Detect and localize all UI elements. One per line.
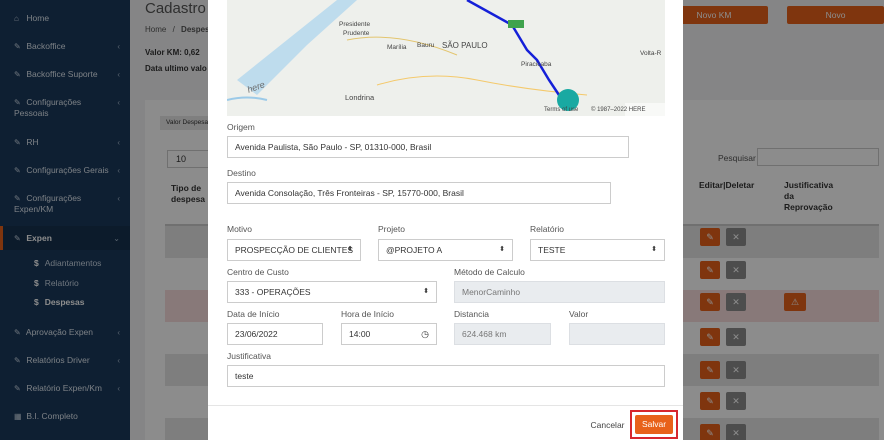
map-label: Bauru (417, 42, 435, 49)
projeto-select-value: @PROJETO A (386, 245, 443, 255)
select-arrows-icon: ⬍ (423, 288, 429, 295)
save-button[interactable]: Salvar (635, 415, 673, 434)
origem-label: Origem (227, 122, 255, 132)
motivo-label: Motivo (227, 224, 253, 234)
projeto-label: Projeto (378, 224, 405, 234)
relatorio-label: Relatório (530, 224, 565, 234)
justificativa-input[interactable]: teste (227, 365, 665, 387)
map-label: Londrina (345, 93, 375, 102)
centro-custo-select[interactable]: 333 - OPERAÇÕES ⬍ (227, 281, 437, 303)
cancel-button[interactable]: Cancelar (585, 416, 630, 434)
valor-label: Valor (569, 309, 589, 319)
distancia-field: 624.468 km (454, 323, 551, 345)
metodo-calculo-field: MenorCaminho (454, 281, 665, 303)
hora-inicio-label: Hora de Início (341, 309, 394, 319)
route-map-svg (227, 0, 665, 116)
relatorio-select-value: TESTE (538, 245, 566, 255)
metodo-calculo-label: Método de Calculo (454, 267, 525, 277)
terms-of-use-link[interactable]: Terms of use (544, 107, 578, 113)
destino-label: Destino (227, 168, 256, 178)
map-label: Marília (387, 44, 407, 51)
modal-footer-divider (208, 405, 683, 406)
destino-input[interactable]: Avenida Consolação, Três Fronteiras - SP… (227, 182, 611, 204)
clock-icon: ◷ (421, 329, 429, 339)
origem-input[interactable]: Avenida Paulista, São Paulo - SP, 01310-… (227, 136, 629, 158)
map-label: SÃO PAULO (442, 41, 488, 50)
map-label: Piracicaba (521, 61, 552, 68)
route-map[interactable]: Presidente Prudente Marília Bauru SÃO PA… (227, 0, 665, 116)
hora-inicio-value: 14:00 (349, 329, 371, 339)
centro-custo-select-value: 333 - OPERAÇÕES (235, 287, 311, 297)
map-label: Presidente (339, 21, 371, 28)
select-arrows-icon: ⬍ (499, 246, 505, 253)
projeto-select[interactable]: @PROJETO A ⬍ (378, 239, 513, 261)
centro-custo-label: Centro de Custo (227, 267, 289, 277)
map-label: Volta-R (640, 50, 662, 57)
map-label: Prudente (343, 30, 370, 37)
motivo-select-value: PROSPECÇÃO DE CLIENTES (235, 245, 354, 255)
data-inicio-label: Data de Início (227, 309, 280, 319)
motivo-select[interactable]: PROSPECÇÃO DE CLIENTES ⬍ (227, 239, 361, 261)
select-arrows-icon: ⬍ (347, 246, 353, 253)
map-copyright: © 1987–2022 HERE (591, 107, 646, 113)
save-button-highlight: Salvar (630, 410, 678, 439)
relatorio-select[interactable]: TESTE ⬍ (530, 239, 665, 261)
data-inicio-input[interactable]: 23/06/2022 (227, 323, 323, 345)
despesa-modal: Presidente Prudente Marília Bauru SÃO PA… (208, 0, 683, 440)
justificativa-label: Justificativa (227, 351, 271, 361)
valor-field (569, 323, 665, 345)
select-arrows-icon: ⬍ (651, 246, 657, 253)
distancia-label: Distancia (454, 309, 489, 319)
hora-inicio-input[interactable]: 14:00 ◷ (341, 323, 437, 345)
